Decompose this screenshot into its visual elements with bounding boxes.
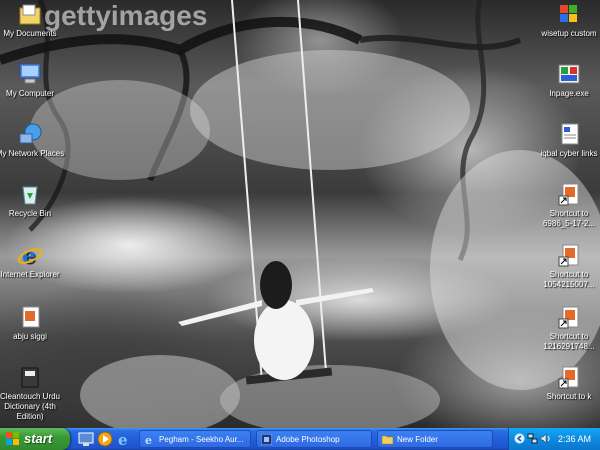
document-icon	[17, 305, 43, 329]
start-button[interactable]: start	[0, 428, 70, 450]
network-icon[interactable]	[527, 433, 538, 444]
desktop[interactable]: gettyimages My Documents My Computer My …	[0, 0, 600, 428]
document-shortcut-icon	[556, 365, 582, 389]
photoshop-icon	[261, 434, 272, 445]
document-icon	[556, 122, 582, 146]
desktop-icon-my-network-places[interactable]: My Network Places	[0, 122, 65, 159]
desktop-icon-shortcut-1216291748[interactable]: Shortcut to 1216291748...	[534, 305, 600, 352]
document-shortcut-icon	[556, 243, 582, 267]
media-player-icon[interactable]	[97, 431, 113, 447]
desktop-icon-label: iqbal cyber links	[540, 149, 598, 158]
document-shortcut-icon	[556, 305, 582, 329]
desktop-icon-my-computer[interactable]: My Computer	[0, 62, 65, 99]
desktop-icon-label: My Documents	[3, 29, 57, 38]
desktop-icon-recycle-bin[interactable]: Recycle Bin	[0, 182, 65, 219]
taskbar-button-label: New Folder	[397, 435, 438, 444]
network-places-icon	[17, 122, 43, 146]
desktop-icon-shortcut-6986[interactable]: Shortcut to 6986_5-17-2...	[534, 182, 600, 229]
desktop-icon-label: wisetup custom	[541, 29, 597, 38]
taskbar-button-photoshop[interactable]: Adobe Photoshop	[256, 430, 372, 448]
my-documents-icon	[17, 2, 43, 26]
watermark-text: gettyimages	[44, 0, 208, 31]
folder-icon	[382, 435, 393, 445]
taskbar-button-new-folder[interactable]: New Folder	[377, 430, 493, 448]
desktop-icon-label: Inpage.exe	[549, 89, 589, 98]
windows-setup-icon	[556, 2, 582, 26]
desktop-icon-shortcut-1054215007[interactable]: Shortcut to 1054215007...	[534, 243, 600, 290]
desktop-icon-label: Internet Explorer	[0, 270, 60, 279]
desktop-icon-shortcut-k[interactable]: Shortcut to k	[534, 365, 600, 402]
desktop-icon[interactable]	[78, 431, 94, 447]
desktop-icon-label: Shortcut to k	[546, 392, 592, 401]
inpage-icon	[556, 62, 582, 86]
internet-explorer-icon: e	[17, 243, 43, 269]
desktop-icon-label: abju siggi	[13, 332, 47, 341]
desktop-icon-label: Cleantouch Urdu Dictionary (4th Edition)	[0, 392, 61, 421]
desktop-icon-my-documents[interactable]: My Documents	[0, 2, 65, 39]
taskbar-button-label: Adobe Photoshop	[276, 435, 340, 444]
desktop-icon-cleantouch-dictionary[interactable]: Cleantouch Urdu Dictionary (4th Edition)	[0, 365, 65, 422]
document-shortcut-icon	[556, 182, 582, 206]
taskbar-button-pegham[interactable]: e Pegham - Seekho Aur...	[139, 430, 251, 448]
volume-icon[interactable]	[540, 433, 551, 444]
desktop-icon-iqbal-cyber-links[interactable]: iqbal cyber links	[534, 122, 600, 159]
desktop-icon-abju-siggi[interactable]: abju siggi	[0, 305, 65, 342]
internet-explorer-icon: e	[145, 434, 152, 445]
svg-text:e: e	[118, 431, 128, 447]
desktop-icon-label: Shortcut to 1216291748...	[543, 332, 595, 351]
desktop-icon-internet-explorer[interactable]: e Internet Explorer	[0, 243, 65, 280]
desktop-icon-label: Recycle Bin	[8, 209, 52, 218]
internet-explorer-icon[interactable]: e	[116, 431, 132, 447]
wallpaper-image	[0, 0, 600, 428]
taskbar: start e e Pegham - Seekho Aur... Adobe P…	[0, 428, 600, 450]
desktop-icon-label: Shortcut to 1054215007...	[543, 270, 595, 289]
taskbar-button-label: Pegham - Seekho Aur...	[159, 435, 244, 444]
recycle-bin-icon	[17, 182, 43, 206]
dictionary-icon	[17, 365, 43, 389]
system-tray: 2:36 AM	[508, 428, 600, 450]
windows-logo-icon	[6, 432, 19, 445]
svg-text:e: e	[145, 434, 152, 445]
desktop-icon-wisetup-custom[interactable]: wisetup custom	[534, 2, 600, 39]
desktop-icon-label: My Computer	[5, 89, 54, 98]
system-clock[interactable]: 2:36 AM	[558, 428, 591, 450]
back-arrow-icon[interactable]	[514, 433, 525, 444]
start-label: start	[24, 431, 53, 446]
desktop-icon-label: My Network Places	[0, 149, 65, 158]
desktop-icon-label: Shortcut to 6986_5-17-2...	[542, 209, 596, 228]
desktop-icon-inpage[interactable]: Inpage.exe	[534, 62, 600, 99]
my-computer-icon	[17, 62, 43, 86]
